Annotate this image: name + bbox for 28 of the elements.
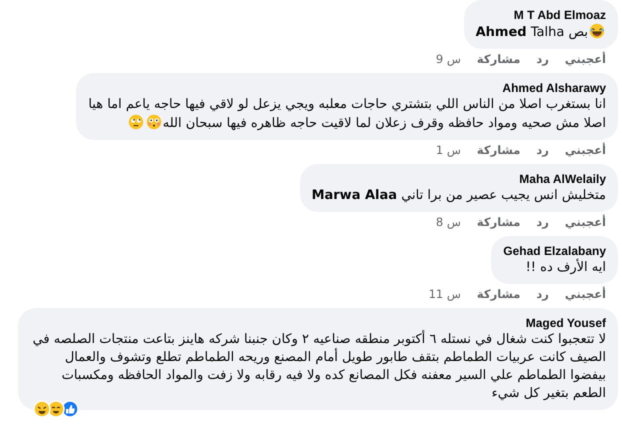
laughing-emoji-icon <box>589 23 605 39</box>
comment-author[interactable]: Maha AlWelaily <box>312 171 606 187</box>
like-link[interactable]: أعجبني <box>564 51 606 67</box>
share-link[interactable]: مشاركة <box>476 51 520 67</box>
comment-text: ايه الأرف ده !! <box>526 260 606 275</box>
share-link[interactable]: مشاركة <box>476 142 520 158</box>
flushed-emoji-icon <box>146 114 162 130</box>
comment-author[interactable]: Ahmed Alsharawy <box>88 80 606 96</box>
rolling-eyes-emoji-icon <box>128 114 144 130</box>
share-link[interactable]: مشاركة <box>476 286 520 302</box>
like-link[interactable]: أعجبني <box>564 286 606 302</box>
like-link[interactable]: أعجبني <box>564 142 606 158</box>
comment-time[interactable]: 1 س <box>436 142 461 158</box>
reply-link[interactable]: رد <box>536 214 549 230</box>
comment-author[interactable]: Gehad Elzalabany <box>503 243 606 259</box>
comment-time[interactable]: 11 س <box>428 286 461 302</box>
comment-text: اصلا مش صحيه ومواد حافظه وقرف زعلان لما لاقيت حاجه ظاهره فيها سبحان الله <box>162 116 606 131</box>
reply-link[interactable]: رد <box>536 51 549 67</box>
comment-time[interactable]: 9 س <box>436 51 461 67</box>
like-link[interactable]: أعجبني <box>564 214 606 230</box>
reply-link[interactable]: رد <box>536 142 549 158</box>
reply-link[interactable]: رد <box>536 286 549 302</box>
comment-time[interactable]: 8 س <box>436 214 461 230</box>
share-link[interactable]: مشاركة <box>476 214 520 230</box>
comment-text: لا تتعجبوا كنت شغال في نستله ٦ أكتوبر منطقه صناعيه ٢ وكان جنبنا شركه هاينز بتاعت منتجات الصلصه في الصيف كانت عربيات الطماطم بتقف طابور طويل أمام المصنع وريحه الطماطم تطلع وتشوف والعمال بيفضوا الطماطم علي السير معفنه فكل المصانع كده ولا فيه رقابه ولا زفت والمواد الحافظه ومكسبات الطعم بتغير كل شيء <box>32 332 606 401</box>
comment-author[interactable]: Maged Yousef <box>30 315 606 331</box>
comment-author[interactable]: M T Abd Elmoaz <box>476 7 606 23</box>
comment-text: انا بستغرب اصلا من الناس اللي بتشتري حاجات معلبه ويجي يزعل لو لاقي فيها حاجه ياعم اما هيا <box>88 97 606 112</box>
